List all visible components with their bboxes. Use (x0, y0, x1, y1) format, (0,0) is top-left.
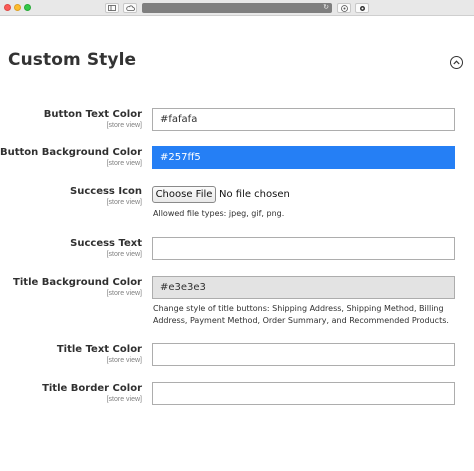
field-label: Button Text Color (43, 109, 142, 120)
scope-label: [store view] (106, 160, 142, 167)
scope-label: [store view] (106, 122, 142, 129)
section-title: Custom Style (8, 50, 137, 70)
field-label: Title Text Color (56, 344, 142, 355)
title-border-color-input[interactable] (152, 382, 455, 405)
field-label: Button Background Color (0, 147, 142, 158)
reload-icon[interactable]: ↻ (322, 4, 330, 12)
scope-label: [store view] (106, 290, 142, 297)
success-text-input[interactable] (152, 237, 455, 260)
address-bar[interactable]: ↻ (142, 3, 332, 13)
privacy-icon[interactable] (355, 3, 369, 13)
title-background-color-input[interactable]: #e3e3e3 (152, 276, 455, 299)
scope-label: [store view] (106, 251, 142, 258)
zoom-window-button[interactable] (24, 4, 31, 11)
field-label: Success Icon (70, 186, 142, 197)
field-label: Title Border Color (42, 383, 142, 394)
browser-toolbar: ↻ (0, 0, 474, 16)
close-window-button[interactable] (4, 4, 11, 11)
field-note: Change style of title buttons: Shipping … (153, 304, 449, 325)
title-text-color-input[interactable] (152, 343, 455, 366)
choose-file-button[interactable]: Choose File (152, 186, 216, 203)
button-text-color-input[interactable]: #fafafa (152, 108, 455, 131)
scope-label: [store view] (106, 199, 142, 206)
file-status: No file chosen (219, 189, 290, 200)
field-label: Success Text (70, 238, 142, 249)
field-label: Title Background Color (13, 277, 142, 288)
sidebar-icon[interactable] (105, 3, 119, 13)
minimize-window-button[interactable] (14, 4, 21, 11)
scope-label: [store view] (106, 396, 142, 403)
cloud-icon[interactable] (123, 3, 137, 13)
shield-icon[interactable] (337, 3, 351, 13)
button-background-color-input[interactable]: #257ff5 (152, 146, 455, 169)
field-note: Allowed file types: jpeg, gif, png. (153, 209, 285, 218)
scope-label: [store view] (106, 357, 142, 364)
chevron-up-circle-icon[interactable] (450, 56, 463, 69)
